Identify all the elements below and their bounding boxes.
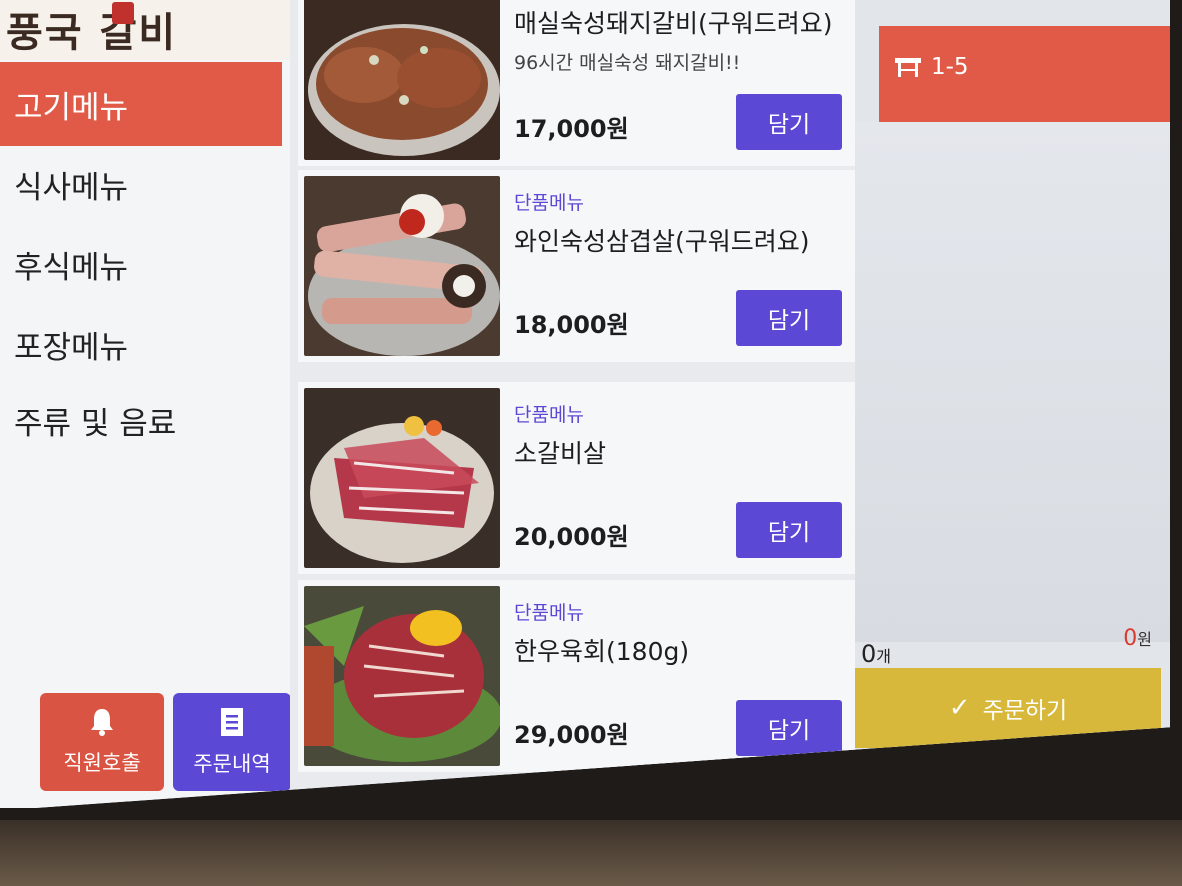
menu-item-photo [304, 388, 500, 568]
menu-item-price: 18,000원 [514, 311, 629, 339]
menu-item-photo [304, 0, 500, 160]
bell-icon [88, 707, 116, 737]
sidebar: 풍국 갈비 고기메뉴 식사메뉴 후식메뉴 포장메뉴 주류 및 음료 직원호출 주… [0, 0, 291, 808]
menu-card: 매실숙성돼지갈비(구워드려요) 96시간 매실숙성 돼지갈비!! 17,000원… [298, 0, 858, 166]
menu-item-name: 한우육회(180g) [514, 637, 690, 666]
brand-logo: 풍국 갈비 [0, 0, 290, 60]
sidebar-item-label: 식사메뉴 [14, 169, 129, 206]
add-to-cart-button[interactable]: 담기 [736, 502, 842, 558]
table-surface [0, 820, 1182, 886]
menu-item-price: 29,000원 [514, 721, 629, 749]
receipt-icon [217, 706, 247, 738]
place-order-label: 주문하기 [982, 698, 1068, 724]
sidebar-item-label: 주류 및 음료 [14, 405, 177, 442]
menu-card: 단품메뉴 소갈비살 20,000원 담기 [298, 382, 858, 574]
cart-items-area [855, 122, 1170, 642]
cart-panel: 1-5 0개 0원 ✓ 주문하기 [855, 0, 1170, 808]
menu-item-category: 단품메뉴 [514, 192, 584, 214]
kiosk-screen: 풍국 갈비 고기메뉴 식사메뉴 후식메뉴 포장메뉴 주류 및 음료 직원호출 주… [0, 0, 1170, 808]
sidebar-item-label: 포장메뉴 [14, 329, 129, 366]
add-to-cart-button[interactable]: 담기 [736, 94, 842, 150]
menu-item-category: 단품메뉴 [514, 404, 584, 426]
table-number: 1-5 [931, 54, 969, 80]
menu-item-name: 와인숙성삼겹살(구워드려요) [514, 227, 810, 256]
menu-item-name: 소갈비살 [514, 439, 607, 468]
cart-item-count: 0개 [861, 640, 891, 668]
table-icon [893, 54, 923, 86]
sidebar-item-dessert[interactable]: 후식메뉴 [0, 222, 282, 306]
menu-list: 매실숙성돼지갈비(구워드려요) 96시간 매실숙성 돼지갈비!! 17,000원… [290, 0, 858, 808]
menu-item-price: 17,000원 [514, 115, 629, 143]
menu-item-price: 20,000원 [514, 523, 629, 551]
cart-count-unit: 개 [876, 647, 892, 666]
staff-call-button[interactable]: 직원호출 [40, 693, 164, 791]
menu-item-photo [304, 176, 500, 356]
logo-text: 풍국 갈비 [6, 9, 178, 56]
menu-item-photo [304, 586, 500, 766]
order-history-label: 주문내역 [193, 752, 271, 776]
add-to-cart-button[interactable]: 담기 [736, 700, 842, 756]
logo-stamp [112, 2, 134, 24]
sidebar-item-meat[interactable]: 고기메뉴 [0, 62, 282, 146]
cart-total-unit: 원 [1137, 630, 1152, 649]
menu-card: 단품메뉴 한우육회(180g) 29,000원 담기 [298, 580, 858, 772]
staff-call-label: 직원호출 [63, 751, 141, 775]
add-to-cart-button[interactable]: 담기 [736, 290, 842, 346]
sidebar-item-drinks[interactable]: 주류 및 음료 [0, 378, 282, 462]
menu-item-category: 단품메뉴 [514, 602, 584, 624]
order-history-button[interactable]: 주문내역 [173, 693, 291, 791]
sidebar-item-label: 후식메뉴 [14, 249, 129, 286]
sidebar-item-meals[interactable]: 식사메뉴 [0, 142, 282, 226]
cart-header: 1-5 [879, 26, 1170, 122]
sidebar-item-label: 고기메뉴 [14, 89, 129, 126]
cart-total: 0원 [1123, 626, 1152, 651]
cart-total-value: 0 [1123, 626, 1138, 651]
menu-item-name: 매실숙성돼지갈비(구워드려요) [514, 9, 833, 38]
sidebar-item-takeout[interactable]: 포장메뉴 [0, 302, 282, 386]
cart-count-value: 0 [861, 640, 877, 668]
check-icon: ✓ [948, 693, 971, 723]
menu-item-description: 96시간 매실숙성 돼지갈비!! [514, 52, 741, 74]
menu-card: 단품메뉴 와인숙성삼겹살(구워드려요) 18,000원 담기 [298, 170, 858, 362]
